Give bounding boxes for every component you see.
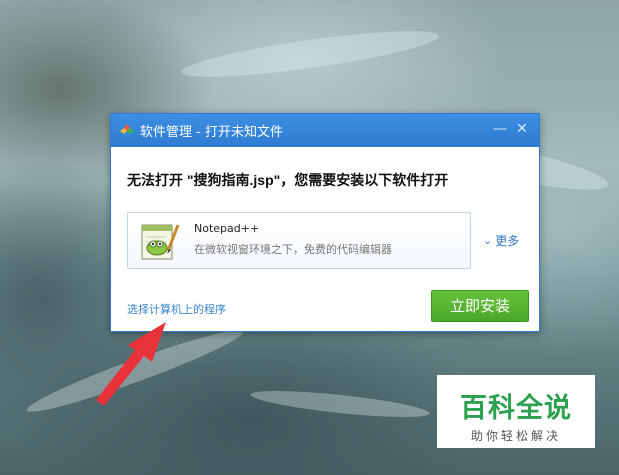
- software-suggestion-card[interactable]: Notepad++ 在微软视窗环境之下，免费的代码编辑器: [127, 212, 471, 269]
- software-manager-icon: [120, 123, 134, 138]
- chevron-down-icon: ⌄: [483, 234, 493, 247]
- watermark-title: 百科全说: [460, 393, 572, 424]
- notepad-plus-plus-icon: [141, 224, 180, 260]
- dialog-title: 软件管理 - 打开未知文件: [140, 125, 283, 140]
- watermark-subtitle: 助你轻松解决: [470, 429, 561, 443]
- more-options-link[interactable]: ⌄ 更多: [483, 232, 519, 249]
- watermark-badge: 百科全说 助你轻松解决: [437, 375, 595, 448]
- software-name: Notepad++: [194, 222, 260, 235]
- error-message: 无法打开 "搜狗指南.jsp"，您需要安装以下软件打开: [127, 172, 449, 188]
- more-label: 更多: [495, 234, 520, 248]
- software-description: 在微软视窗环境之下，免费的代码编辑器: [194, 243, 392, 256]
- close-button[interactable]: ✕: [513, 120, 531, 138]
- install-now-button[interactable]: 立即安装: [431, 290, 529, 322]
- software-manager-dialog: 软件管理 - 打开未知文件 — ✕ 无法打开 "搜狗指南.jsp"，您需要安装以…: [110, 113, 540, 332]
- minimize-button[interactable]: —: [491, 120, 509, 138]
- choose-program-link[interactable]: 选择计算机上的程序: [127, 301, 226, 317]
- dialog-titlebar[interactable]: 软件管理 - 打开未知文件 — ✕: [111, 114, 539, 147]
